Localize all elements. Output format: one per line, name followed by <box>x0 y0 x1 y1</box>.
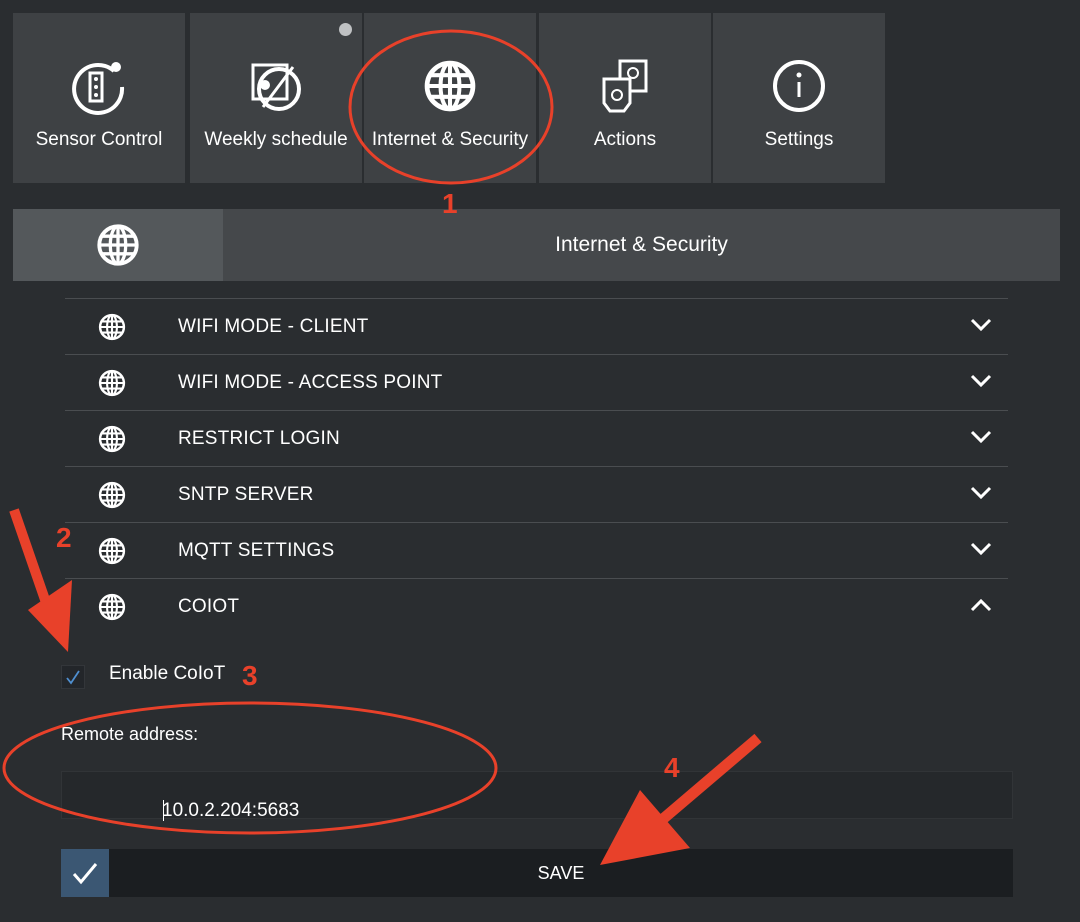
chevron-down-icon[interactable] <box>970 485 992 501</box>
globe-icon <box>13 209 223 281</box>
remote-address-label: Remote address: <box>61 724 199 744</box>
globe-icon <box>98 481 126 509</box>
accordion-row-label: COIOT <box>178 596 240 617</box>
check-icon <box>61 849 109 897</box>
accordion-row[interactable]: WIFI MODE - ACCESS POINT <box>65 354 1008 410</box>
globe-icon <box>98 313 126 341</box>
section-title: Internet & Security <box>555 233 728 256</box>
remote-address-value: 10.0.2.204:5683 <box>162 800 300 821</box>
section-header: Internet & Security <box>13 209 1060 281</box>
accordion-row[interactable]: WIFI MODE - CLIENT <box>65 298 1008 354</box>
tile-label: Actions <box>593 129 657 150</box>
accordion-row[interactable]: SNTP SERVER <box>65 466 1008 522</box>
accordion-row-label: WIFI MODE - CLIENT <box>178 316 369 337</box>
chevron-up-icon[interactable] <box>970 597 992 613</box>
globe-icon <box>421 57 479 115</box>
info-icon <box>770 57 828 115</box>
annotation-number: 2 <box>56 522 72 553</box>
enable-coiot-checkbox[interactable] <box>61 665 85 689</box>
tile-label: Internet & Security <box>371 129 529 150</box>
text-caret <box>163 800 164 821</box>
annotation-number: 1 <box>442 188 458 219</box>
accordion-row[interactable]: RESTRICT LOGIN <box>65 410 1008 466</box>
tile-actions[interactable]: Actions <box>539 13 711 183</box>
globe-icon <box>98 369 126 397</box>
tile-label: Weekly schedule <box>204 129 348 150</box>
schedule-icon <box>247 57 305 115</box>
annotation-number: 4 <box>664 752 680 783</box>
globe-icon <box>98 537 126 565</box>
accordion-row-label: RESTRICT LOGIN <box>178 428 340 449</box>
accordion-row-label: WIFI MODE - ACCESS POINT <box>178 372 443 393</box>
chevron-down-icon[interactable] <box>970 373 992 389</box>
tile-sensor-control[interactable]: Sensor Control <box>13 13 185 183</box>
tile-internet-security[interactable]: Internet & Security <box>364 13 536 183</box>
tile-label: Settings <box>764 129 834 150</box>
accordion-row[interactable]: MQTT SETTINGS <box>65 522 1008 578</box>
chevron-down-icon[interactable] <box>970 541 992 557</box>
notification-dot <box>339 23 352 36</box>
tile-weekly-schedule[interactable]: Weekly schedule <box>190 13 362 183</box>
sensor-gear-icon <box>70 57 128 115</box>
chevron-down-icon[interactable] <box>970 317 992 333</box>
tile-label: Sensor Control <box>35 129 163 150</box>
save-label: SAVE <box>537 863 585 883</box>
save-button[interactable]: SAVE <box>61 849 1013 897</box>
globe-icon <box>98 593 126 621</box>
chevron-down-icon[interactable] <box>970 429 992 445</box>
globe-icon <box>98 425 126 453</box>
enable-coiot-label: Enable CoIoT <box>109 663 226 684</box>
accordion-row[interactable]: COIOT <box>65 578 1008 634</box>
tile-settings[interactable]: Settings <box>713 13 885 183</box>
remote-address-input[interactable]: 10.0.2.204:5683 <box>61 771 1013 821</box>
annotation-number: 3 <box>242 660 258 691</box>
accordion-row-label: MQTT SETTINGS <box>178 540 335 561</box>
accordion-row-label: SNTP SERVER <box>178 484 314 505</box>
actions-icon <box>596 57 654 115</box>
